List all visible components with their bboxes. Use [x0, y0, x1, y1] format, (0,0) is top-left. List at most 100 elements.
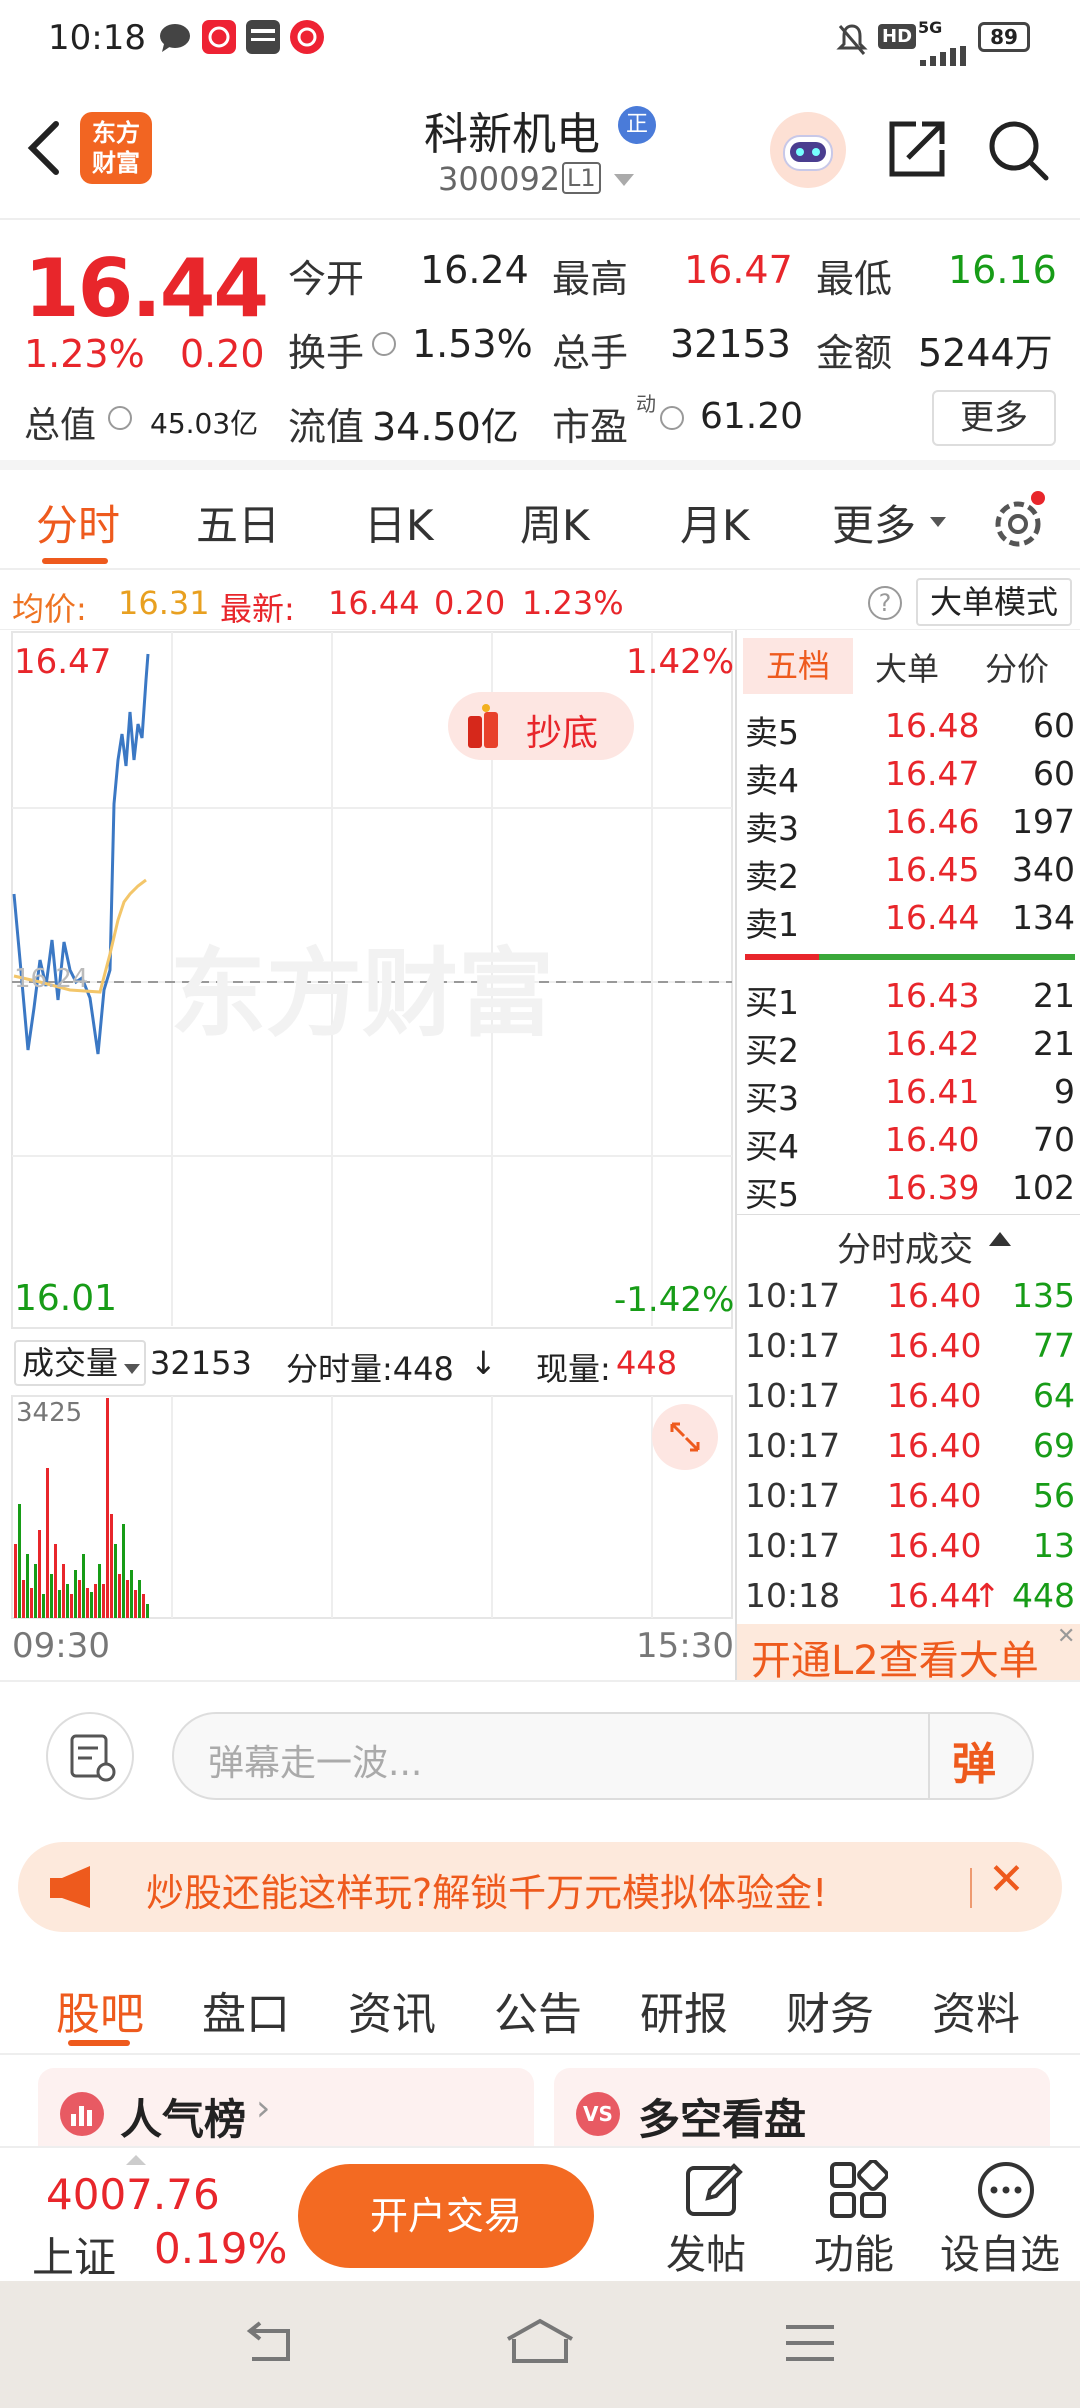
tab-big-order[interactable]: 大单	[875, 644, 939, 690]
tab-month-k[interactable]: 月K	[680, 492, 750, 553]
open-account-trade-button[interactable]: 开户交易	[298, 2164, 594, 2268]
tab-more[interactable]: 更多	[832, 492, 916, 553]
share-icon[interactable]	[886, 118, 948, 184]
assistant-robot-icon[interactable]	[768, 110, 848, 194]
trades-title[interactable]: 分时成交	[837, 1222, 973, 1271]
close-banner-icon[interactable]: ✕	[1057, 1624, 1075, 1649]
danmaku-input[interactable]: 弹幕走一波... 弹	[172, 1712, 1034, 1800]
hd-icon: HD	[878, 24, 917, 49]
close-promo-icon[interactable]: ✕	[988, 1854, 1025, 1905]
trade-row: 10:17 16.40 64	[745, 1376, 1075, 1415]
tab-research[interactable]: 研报	[640, 1978, 728, 2042]
megaphone-icon	[46, 1864, 100, 1914]
popularity-card[interactable]: 人气榜 ›	[38, 2068, 534, 2148]
trade-row-latest: 10:18 16.44 ↑ 448	[745, 1576, 1075, 1615]
turnover-value: 1.53%	[412, 322, 533, 366]
dropdown-icon[interactable]	[612, 172, 636, 192]
ask-row-1: 卖1 16.44 134	[745, 898, 1075, 944]
amount-value: 5244万	[918, 331, 1053, 375]
more-dots-icon	[976, 2160, 1036, 2224]
tab-finance[interactable]: 财务	[786, 1978, 874, 2042]
rank-chart-icon	[60, 2092, 104, 2140]
avg-label: 均价:	[12, 590, 87, 628]
battery-icon: 89	[978, 22, 1030, 52]
app-logo: 东方 财富	[80, 112, 152, 184]
volume-indicator-dropdown[interactable]: 成交量	[14, 1340, 146, 1386]
nav-menu-icon[interactable]	[784, 2323, 836, 2367]
promo-banner[interactable]: 炒股还能这样玩?解锁千万元模拟体验金! ✕	[18, 1842, 1062, 1932]
l2-upgrade-banner[interactable]: 开通L2查看大单 ✕	[737, 1624, 1080, 1684]
bull-bear-card[interactable]: VS 多空看盘	[554, 2068, 1050, 2148]
intraday-chart[interactable]: 16.47 1.42% 16.01 -1.42% 16.24 东方财富 抄底	[0, 630, 735, 1330]
big-order-mode-button[interactable]: 大单模式	[916, 578, 1072, 626]
post-button[interactable]: 发帖	[660, 2156, 760, 2278]
volume-label: 总手	[552, 331, 629, 375]
y-min-label: 16.01	[14, 1278, 118, 1319]
open-label: 今开	[288, 257, 365, 301]
bottom-action-bar: 4007.76 上证 0.19% 开户交易 发帖 功能 设自选	[0, 2146, 1080, 2282]
tab-intraday[interactable]: 分时	[36, 492, 120, 553]
pe-info-icon[interactable]	[660, 406, 684, 430]
ask-row-4: 卖4 16.47 60	[745, 754, 1075, 800]
order-book: 五档 大单 分价 卖5 16.48 60 卖4 16.47 60 卖3 16.46 197 …	[735, 630, 1080, 1684]
tab-price-distribution[interactable]: 分价	[985, 644, 1049, 690]
tab-guba[interactable]: 股吧	[56, 1978, 144, 2042]
y-max-label: 16.47	[14, 642, 112, 682]
time-start-label: 09:30	[12, 1626, 110, 1666]
bid-row-3: 买3 16.41 9	[745, 1072, 1075, 1118]
mktcap-value: 45.03亿	[150, 407, 259, 440]
index-name[interactable]: 上证	[32, 2224, 116, 2285]
quote-panel: 16.44 1.23% 0.20 今开 16.24 最高 16.47 最低 16…	[0, 220, 1080, 470]
bid-row-2: 买2 16.42 21	[745, 1024, 1075, 1070]
current-volume-label: 现量:	[536, 1350, 611, 1388]
tab-profile[interactable]: 资料	[932, 1978, 1020, 2042]
index-up-indicator-icon	[126, 2150, 146, 2169]
stock-code: 300092	[438, 160, 561, 198]
bottom-fishing-promo[interactable]: 抄底	[448, 692, 634, 760]
more-button[interactable]: 更多	[932, 390, 1056, 446]
search-icon[interactable]	[986, 118, 1050, 186]
functions-button[interactable]: 功能	[806, 2156, 906, 2278]
index-percent[interactable]: 0.19%	[154, 2224, 287, 2273]
mktcap-info-icon[interactable]	[108, 406, 132, 430]
turnover-info-icon[interactable]	[372, 332, 396, 356]
status-time: 10:18	[48, 18, 146, 58]
add-watchlist-button[interactable]: 设自选	[936, 2156, 1076, 2278]
tab-pankou[interactable]: 盘口	[202, 1978, 290, 2042]
back-icon[interactable]	[22, 118, 62, 182]
danmaku-settings-icon[interactable]	[46, 1712, 134, 1800]
bid-row-5: 买5 16.39 102	[745, 1168, 1075, 1214]
expand-icon[interactable]	[652, 1404, 718, 1470]
card-notification-icon	[246, 20, 280, 62]
content-tabs: 股吧 盘口 资讯 公告 研报 财务 资料	[0, 1950, 1080, 2055]
turnover-label: 换手	[288, 331, 365, 375]
tab-week-k[interactable]: 周K	[520, 492, 590, 553]
chat-notification-icon	[158, 22, 192, 62]
latest-change: 0.20	[434, 584, 506, 622]
index-value[interactable]: 4007.76	[46, 2170, 220, 2219]
down-arrow-icon: ↓	[470, 1344, 497, 1382]
settings-gear-icon[interactable]	[986, 490, 1050, 558]
popularity-title: 人气榜	[120, 2095, 247, 2144]
float-label: 流值	[288, 405, 365, 449]
tab-news[interactable]: 资讯	[348, 1978, 436, 2042]
pe-label: 市盈	[552, 405, 629, 449]
nav-home-icon[interactable]	[504, 2317, 576, 2371]
nav-back-icon[interactable]	[240, 2321, 294, 2369]
change-percent: 1.23%	[24, 332, 145, 376]
tab-level5[interactable]: 五档	[743, 638, 853, 694]
pe-value: 61.20	[700, 396, 804, 437]
time-end-label: 15:30	[636, 1626, 734, 1666]
trade-row: 10:17 16.40 69	[745, 1426, 1075, 1465]
tab-five-day[interactable]: 五日	[196, 492, 280, 553]
help-icon[interactable]: ?	[868, 586, 902, 620]
trade-row: 10:17 16.40 77	[745, 1326, 1075, 1365]
network-label: 5G	[918, 18, 943, 37]
pct-max-label: 1.42%	[626, 642, 735, 682]
danmaku-send-button[interactable]: 弹	[952, 1728, 996, 1792]
pct-min-label: -1.42%	[614, 1280, 735, 1320]
collapse-up-icon[interactable]	[989, 1232, 1011, 1252]
tab-announcement[interactable]: 公告	[494, 1978, 582, 2042]
tab-day-k[interactable]: 日K	[364, 492, 434, 553]
edit-icon	[684, 2160, 744, 2224]
